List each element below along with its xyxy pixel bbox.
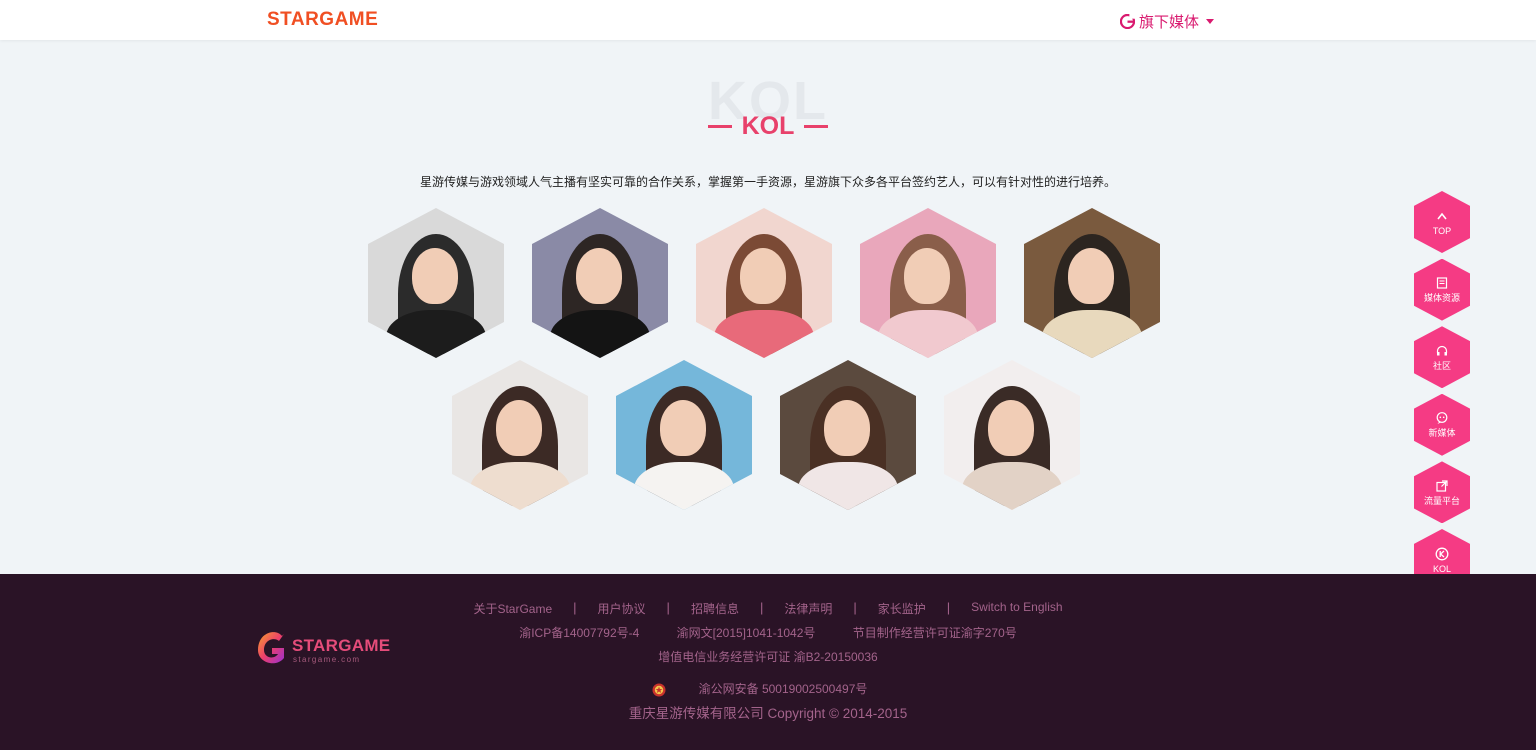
sidebar-button-label: 新媒体: [1428, 428, 1456, 439]
sidebar-button-label: 社区: [1432, 360, 1451, 371]
license-row: 渝ICP备14007792号-4 渝网文[2015]1041-1042号 节目制…: [0, 624, 1536, 641]
kol-avatar-card[interactable]: [860, 208, 996, 358]
kol-photo: [616, 360, 752, 510]
kol-avatar-card[interactable]: [1024, 208, 1160, 358]
footer-links: 关于StarGame | 用户协议 | 招聘信息 | 法律声明 | 家长监护 | Switch to…: [0, 600, 1536, 617]
media-dropdown-label: 旗下媒体: [1139, 14, 1200, 31]
kol-icon: [1435, 547, 1449, 560]
footer-logo-domain: stargame.com: [293, 655, 361, 664]
up-arrow-icon: [1437, 212, 1447, 219]
footer-logo[interactable]: STARGAME stargame.com: [256, 630, 390, 668]
chat-icon: [1436, 412, 1448, 425]
telecom-license: 增值电信业务经营许可证 渝B2-20150036: [658, 650, 878, 664]
program-license: 节目制作经营许可证渝字270号: [852, 626, 1017, 640]
footer-link[interactable]: 法律声明: [763, 600, 853, 617]
kol-photo: [944, 360, 1080, 510]
book-icon: [1436, 277, 1448, 289]
kol-avatar-card[interactable]: [532, 208, 668, 358]
culture-license: 渝网文[2015]1041-1042号: [676, 626, 816, 640]
footer-link[interactable]: 关于StarGame: [452, 600, 573, 617]
sidebar-button-社区[interactable]: 社区: [1414, 326, 1470, 389]
kol-photo: [780, 360, 916, 510]
stargame-g-icon: [258, 632, 284, 664]
kol-photo: [696, 208, 832, 358]
police-badge-icon: [652, 683, 666, 697]
footer-link[interactable]: 用户协议: [577, 600, 667, 617]
stargame-logo[interactable]: STARGAME: [267, 9, 378, 31]
kol-avatar-card[interactable]: [452, 360, 588, 510]
title-dash-right: [804, 124, 829, 128]
title-dash-left: [707, 124, 732, 128]
page-title: KOL: [741, 112, 795, 140]
footer-link[interactable]: 招聘信息: [670, 600, 760, 617]
kol-avatar-card[interactable]: [780, 360, 916, 510]
kol-photo: [1024, 208, 1160, 358]
footer-logo-word: STARGAME: [292, 636, 391, 655]
sidebar-button-流量平台[interactable]: 流量平台: [1414, 461, 1470, 524]
section-description: 星游传媒与游戏领域人气主播有坚实可靠的合作关系，掌握第一手资源，星游旗下众多各平…: [419, 175, 1116, 189]
copyright: 重庆星游传媒有限公司 Copyright © 2014-2015: [628, 706, 908, 721]
sidebar-button-label: KOL: [1432, 563, 1451, 574]
kol-avatar-card[interactable]: [944, 360, 1080, 510]
footer-link[interactable]: Switch to English: [950, 600, 1083, 617]
kol-photo: [860, 208, 996, 358]
kol-photo: [532, 208, 668, 358]
icp-license: 渝ICP备14007792号-4: [519, 626, 640, 640]
share-icon: [1436, 480, 1448, 492]
stargame-g-icon: [1120, 14, 1135, 29]
media-dropdown[interactable]: 旗下媒体: [1120, 11, 1215, 32]
kol-photo: [368, 208, 504, 358]
kol-avatar-card[interactable]: [616, 360, 752, 510]
police-record: 渝公网安备 50019002500497号: [0, 680, 1536, 697]
section-title: KOL KOL: [0, 72, 1536, 142]
sidebar-button-媒体资源[interactable]: 媒体资源: [1414, 258, 1470, 321]
sidebar-button-label: 媒体资源: [1423, 293, 1460, 304]
footer-link[interactable]: 家长监护: [857, 600, 947, 617]
chevron-down-icon: [1206, 19, 1215, 24]
sidebar-button-label: TOP: [1432, 225, 1452, 236]
kol-avatar-card[interactable]: [368, 208, 504, 358]
sidebar-button-top[interactable]: TOP: [1414, 191, 1470, 253]
sidebar-button-新媒体[interactable]: 新媒体: [1414, 393, 1470, 456]
footer: 关于StarGame | 用户协议 | 招聘信息 | 法律声明 | 家长监护 | Switch to…: [0, 574, 1536, 750]
kol-photo: [452, 360, 588, 510]
header: STARGAME 旗下媒体: [0, 0, 1536, 40]
kol-avatar-card[interactable]: [696, 208, 832, 358]
police-record-text: 渝公网安备 50019002500497号: [698, 682, 868, 696]
sidebar-button-label: 流量平台: [1423, 495, 1460, 506]
headset-icon: [1436, 345, 1448, 356]
